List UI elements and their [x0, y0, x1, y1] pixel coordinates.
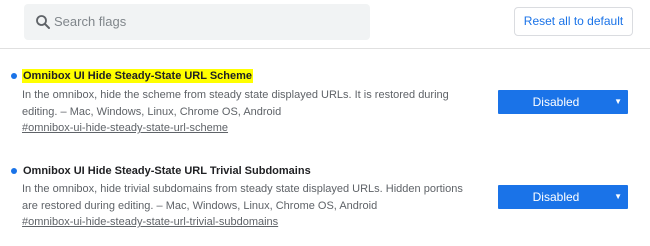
search-placeholder: Search flags [54, 14, 127, 29]
experiment-description: In the omnibox, hide trivial subdomains … [22, 181, 482, 215]
experiment-status-dot [11, 168, 17, 174]
reset-all-button[interactable]: Reset all to default [514, 7, 633, 36]
experiment-state-select[interactable]: Disabled ▼ [498, 90, 628, 114]
experiment-permalink[interactable]: #omnibox-ui-hide-steady-state-url-scheme [22, 121, 228, 135]
experiment-description-line: editing. – Mac, Windows, Linux, Chrome O… [22, 106, 282, 118]
select-value: Disabled [532, 95, 580, 109]
dropdown-arrow-icon: ▼ [614, 97, 622, 106]
select-value: Disabled [532, 190, 580, 204]
search-icon [36, 15, 50, 29]
experiment-status-dot [11, 73, 17, 79]
experiment-permalink[interactable]: #omnibox-ui-hide-steady-state-url-trivia… [22, 215, 278, 229]
experiment-description-line: In the omnibox, hide trivial subdomains … [22, 183, 463, 195]
experiment-description-line: In the omnibox, hide the scheme from ste… [22, 89, 449, 101]
experiment-description-line: are restored during editing. – Mac, Wind… [22, 200, 378, 212]
experiment-state-select[interactable]: Disabled ▼ [498, 185, 628, 209]
flags-header: Search flags Reset all to default [0, 0, 650, 49]
dropdown-arrow-icon: ▼ [614, 192, 622, 201]
search-input[interactable]: Search flags [24, 4, 370, 40]
experiment-description: In the omnibox, hide the scheme from ste… [22, 87, 482, 121]
experiment-title: Omnibox UI Hide Steady-State URL Scheme [22, 69, 254, 83]
experiment-title: Omnibox UI Hide Steady-State URL Trivial… [23, 165, 311, 177]
